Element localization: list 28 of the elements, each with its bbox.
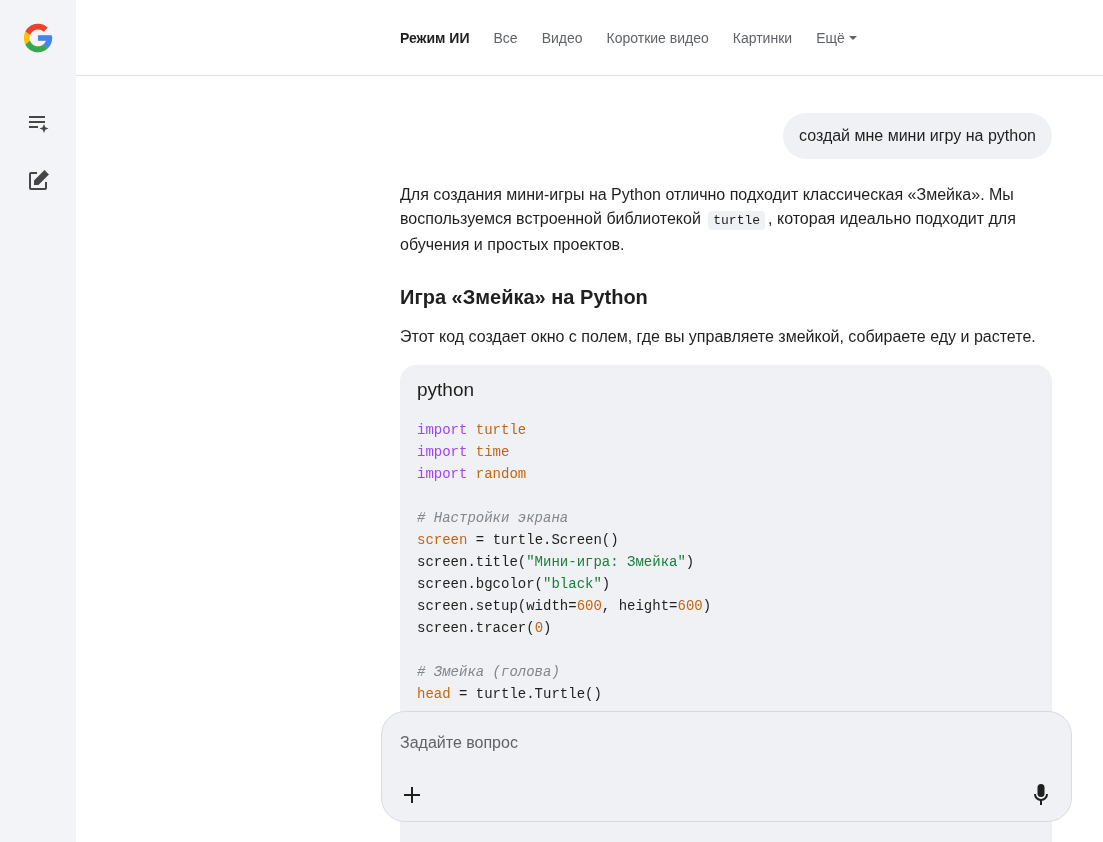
- user-message: создай мне мини игру на python: [783, 113, 1052, 159]
- search-tab[interactable]: Режим ИИ: [400, 29, 470, 46]
- answer-description: Этот код создает окно с полем, где вы управляете змейкой, собираете еду и растете.: [400, 327, 1037, 347]
- caret-icon: [848, 35, 857, 40]
- plus-icon: [404, 787, 420, 803]
- code-line: screen.title("Мини-игра: Змейка"): [417, 553, 696, 572]
- answer-paragraph: Для создания мини-игры на Python отлично подходит классическая «Змейка». Мы воспользуемся встроенной библиотекой turtle , которая идеально подходит для обучения и простых проектов.: [400, 185, 1017, 255]
- question-field[interactable]: Задайте вопрос: [400, 732, 1053, 754]
- search-tab[interactable]: Ещё: [816, 29, 857, 46]
- code-line: import turtle: [417, 421, 528, 440]
- search-tab[interactable]: Картинки: [732, 29, 793, 46]
- code-line: # Змейка (голова): [417, 663, 561, 682]
- search-tab[interactable]: Все: [493, 29, 518, 46]
- code-line: # Настройки экрана: [417, 509, 570, 528]
- answer-heading: Игра «Змейка» на Python: [400, 285, 649, 310]
- code-line: screen.setup(width=600, height=600): [417, 597, 713, 616]
- code-language: python: [417, 378, 476, 402]
- edit-icon: [26, 169, 50, 193]
- code-line: import time: [417, 443, 511, 462]
- code-line: screen.bgcolor("black"): [417, 575, 612, 594]
- search-tab[interactable]: Короткие видео: [606, 29, 709, 46]
- code-line: import random: [417, 465, 528, 484]
- google-logo[interactable]: [21, 21, 55, 55]
- microphone-icon: [1033, 784, 1049, 806]
- code-line: screen = turtle.Screen(): [417, 531, 620, 550]
- code-line: head = turtle.Turtle(): [417, 685, 603, 704]
- search-tab[interactable]: Видео: [541, 29, 583, 46]
- code-line: screen.tracer(0): [417, 619, 553, 638]
